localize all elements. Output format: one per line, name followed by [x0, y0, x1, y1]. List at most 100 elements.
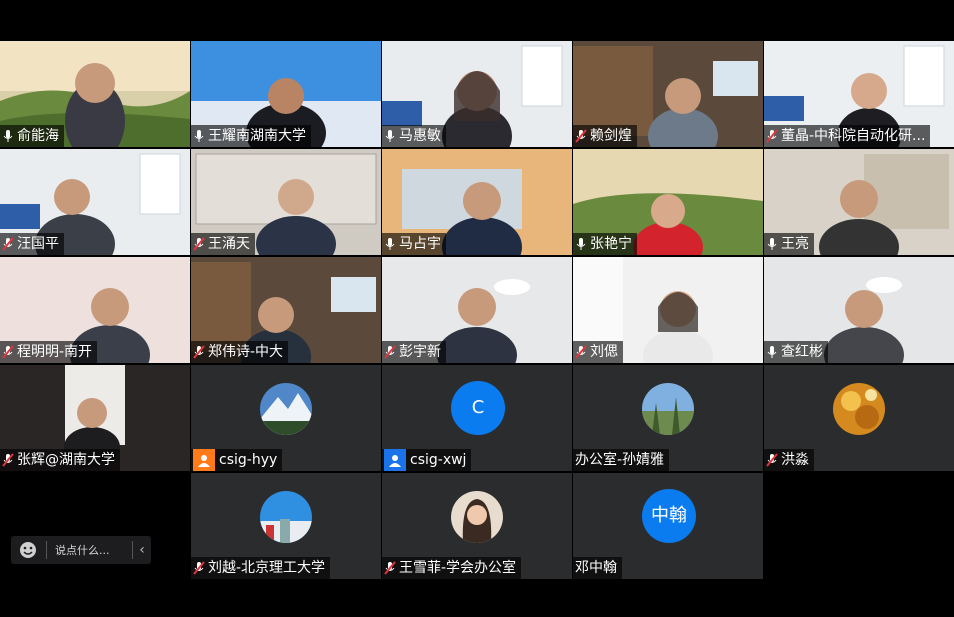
- microphone-icon: [3, 130, 13, 142]
- participant-nameplate: 洪淼: [764, 449, 814, 471]
- participant-tile[interactable]: 王雪菲-学会办公室: [382, 473, 572, 579]
- participant-name: 王耀南湖南大学: [208, 128, 306, 144]
- participant-tile[interactable]: 查红彬: [764, 257, 954, 363]
- avatar: [260, 383, 312, 435]
- participant-name: 俞能海: [17, 128, 59, 144]
- chevron-left-icon[interactable]: ‹: [133, 542, 151, 558]
- participant-name: 张艳宁: [590, 236, 632, 252]
- participant-name: csig-xwj: [410, 452, 467, 468]
- user-icon: [384, 449, 406, 471]
- microphone-icon: [385, 238, 395, 250]
- avatar: [260, 491, 312, 543]
- participant-name: 郑伟诗-中大: [208, 344, 284, 360]
- participant-nameplate: 王雪菲-学会办公室: [382, 557, 522, 579]
- participant-name: csig-hyy: [219, 452, 278, 468]
- participant-nameplate: 刘偲: [573, 341, 623, 363]
- participant-tile[interactable]: 俞能海: [0, 41, 190, 147]
- microphone-muted-icon: [193, 345, 205, 359]
- participant-tile[interactable]: csig-hyy: [191, 365, 381, 471]
- participant-tile[interactable]: 程明明-南开: [0, 257, 190, 363]
- microphone-muted-icon: [766, 453, 778, 467]
- participant-tile[interactable]: 王耀南湖南大学: [191, 41, 381, 147]
- participant-name: 刘越-北京理工大学: [208, 560, 326, 576]
- microphone-icon: [767, 238, 777, 250]
- participant-tile[interactable]: 中翰 邓中翰: [573, 473, 763, 579]
- participant-tile[interactable]: 郑伟诗-中大: [191, 257, 381, 363]
- participant-tile[interactable]: 彭宇新: [382, 257, 572, 363]
- participant-name: 王雪菲-学会办公室: [399, 560, 517, 576]
- participant-tile[interactable]: 张艳宁: [573, 149, 763, 255]
- microphone-muted-icon: [193, 237, 205, 251]
- participant-tile[interactable]: 汪国平: [0, 149, 190, 255]
- participant-tile[interactable]: 董晶-中科院自动化研...: [764, 41, 954, 147]
- microphone-muted-icon: [766, 129, 778, 143]
- microphone-muted-icon: [2, 345, 14, 359]
- participant-name: 马惠敏: [399, 128, 441, 144]
- participant-name: 刘偲: [590, 344, 618, 360]
- microphone-icon: [385, 130, 395, 142]
- participant-tile[interactable]: 张辉@湖南大学: [0, 365, 190, 471]
- microphone-muted-icon: [384, 561, 396, 575]
- participant-nameplate: 郑伟诗-中大: [191, 341, 289, 363]
- participant-tile[interactable]: C csig-xwj: [382, 365, 572, 471]
- participant-nameplate: 马惠敏: [382, 125, 446, 147]
- microphone-muted-icon: [2, 453, 14, 467]
- user-icon: [193, 449, 215, 471]
- participant-nameplate: 马占宇: [382, 233, 446, 255]
- participant-nameplate: 程明明-南开: [0, 341, 98, 363]
- participant-name: 邓中翰: [575, 560, 617, 576]
- participant-nameplate: 赖剑煌: [573, 125, 637, 147]
- participant-name: 汪国平: [17, 236, 59, 252]
- microphone-icon: [194, 130, 204, 142]
- avatar: 中翰: [642, 489, 696, 543]
- participant-tile[interactable]: 马惠敏: [382, 41, 572, 147]
- participant-tile[interactable]: 洪淼: [764, 365, 954, 471]
- chat-input-bar[interactable]: 说点什么... ‹: [11, 536, 151, 564]
- participant-name: 王亮: [781, 236, 809, 252]
- participant-name: 王涌天: [208, 236, 250, 252]
- microphone-icon: [576, 238, 586, 250]
- participant-tile[interactable]: 办公室-孙婧雅: [573, 365, 763, 471]
- participant-tile[interactable]: 赖剑煌: [573, 41, 763, 147]
- participant-nameplate: csig-hyy: [191, 449, 283, 471]
- participant-nameplate: 张艳宁: [573, 233, 637, 255]
- participant-name: 董晶-中科院自动化研...: [781, 128, 926, 144]
- participant-nameplate: 王耀南湖南大学: [191, 125, 311, 147]
- participant-name: 彭宇新: [399, 344, 441, 360]
- participant-tile[interactable]: 马占宇: [382, 149, 572, 255]
- microphone-icon: [767, 346, 777, 358]
- avatar: C: [451, 381, 505, 435]
- participant-nameplate: 王涌天: [191, 233, 255, 255]
- microphone-muted-icon: [575, 345, 587, 359]
- avatar: [451, 491, 503, 543]
- participant-tile[interactable]: 刘越-北京理工大学: [191, 473, 381, 579]
- participant-nameplate: 张辉@湖南大学: [0, 449, 120, 471]
- microphone-muted-icon: [384, 345, 396, 359]
- microphone-muted-icon: [575, 129, 587, 143]
- participant-nameplate: 董晶-中科院自动化研...: [764, 125, 931, 147]
- participant-tile[interactable]: 王亮: [764, 149, 954, 255]
- participant-nameplate: 汪国平: [0, 233, 64, 255]
- participant-nameplate: 查红彬: [764, 341, 828, 363]
- chat-input[interactable]: 说点什么...: [47, 542, 132, 558]
- participant-name: 查红彬: [781, 344, 823, 360]
- emoji-icon[interactable]: [18, 540, 38, 560]
- participant-nameplate: 俞能海: [0, 125, 64, 147]
- participant-name: 赖剑煌: [590, 128, 632, 144]
- participant-nameplate: 彭宇新: [382, 341, 446, 363]
- avatar: [833, 383, 885, 435]
- participant-tile[interactable]: 王涌天: [191, 149, 381, 255]
- participant-nameplate: 刘越-北京理工大学: [191, 557, 331, 579]
- participant-nameplate: csig-xwj: [382, 449, 472, 471]
- microphone-muted-icon: [2, 237, 14, 251]
- microphone-muted-icon: [193, 561, 205, 575]
- participant-name: 张辉@湖南大学: [17, 452, 115, 468]
- participant-name: 马占宇: [399, 236, 441, 252]
- avatar: [642, 383, 694, 435]
- participant-tile[interactable]: 刘偲: [573, 257, 763, 363]
- participant-nameplate: 王亮: [764, 233, 814, 255]
- participant-nameplate: 办公室-孙婧雅: [573, 449, 670, 471]
- participant-name: 洪淼: [781, 452, 809, 468]
- participant-name: 程明明-南开: [17, 344, 93, 360]
- participant-nameplate: 邓中翰: [573, 557, 622, 579]
